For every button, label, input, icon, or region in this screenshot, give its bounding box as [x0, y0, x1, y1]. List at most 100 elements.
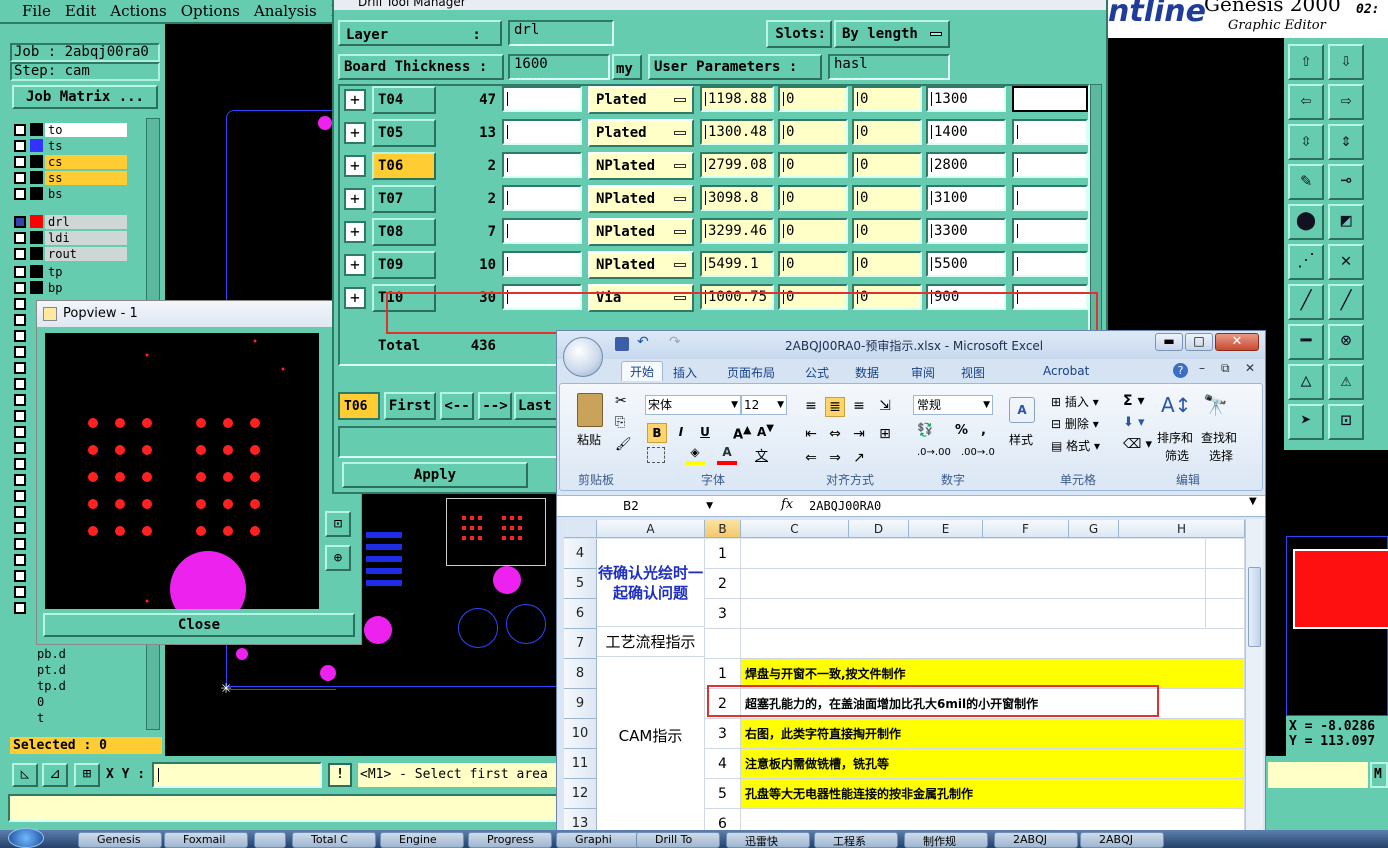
menu-item-options[interactable]: Options [181, 0, 240, 22]
increase-decimal-icon[interactable]: .0→.00 [917, 447, 951, 458]
layer-row[interactable]: drl [14, 214, 127, 229]
find-select-icon[interactable]: 🔭 [1203, 393, 1228, 417]
scroll-thumb[interactable] [1248, 567, 1261, 647]
cell-b[interactable]: 4 [705, 749, 741, 779]
cell-c[interactable] [741, 539, 1245, 569]
menu-item-analysis[interactable]: Analysis [254, 0, 317, 22]
row-header[interactable]: 10 [564, 719, 597, 749]
ribbon-tab-7[interactable]: Acrobat [1043, 364, 1089, 378]
vertical-scrollbar[interactable] [1245, 519, 1263, 833]
cell-b[interactable]: 5 [705, 779, 741, 809]
align-icon[interactable]: ⇔ [825, 425, 845, 445]
align-icon[interactable]: ≡ [849, 397, 869, 417]
xy-input[interactable] [152, 762, 322, 788]
layer-row[interactable] [14, 312, 30, 327]
ribbon-tab-6[interactable]: 视图 [961, 364, 985, 381]
layer-checkbox[interactable] [14, 187, 26, 200]
ribbon-minimize-icon[interactable]: – [1199, 361, 1205, 375]
layer-row[interactable] [14, 568, 30, 583]
layer-checkbox[interactable] [14, 377, 26, 390]
toolbar-tool-icon[interactable]: ⇩ [1328, 44, 1364, 80]
clear-icon[interactable]: ⌫ ▾ [1123, 437, 1152, 452]
tool-b-input[interactable]: 0 [852, 185, 922, 211]
toolbar-tool-icon[interactable]: ⋰ [1288, 244, 1324, 280]
layer-checkbox[interactable] [14, 329, 26, 342]
tool-a-input[interactable]: 0 [778, 86, 848, 112]
tool-finish-input[interactable]: 3100 [926, 185, 1006, 211]
sort-filter-icon[interactable]: A↕ [1161, 393, 1191, 417]
layer-checkbox[interactable] [14, 505, 26, 518]
column-header[interactable]: F [983, 520, 1069, 538]
tool-extra-input[interactable] [1012, 251, 1088, 277]
copy-icon[interactable]: ⎘ [615, 415, 625, 430]
tool-name[interactable]: T09 [372, 251, 436, 279]
tool-desc-input[interactable] [502, 251, 582, 277]
tool-extra-input[interactable] [1012, 86, 1088, 112]
row-header[interactable]: 9 [564, 689, 597, 719]
help-icon[interactable]: ? [1173, 363, 1188, 378]
tool-size-input[interactable]: 5499.1 [700, 251, 774, 277]
column-header[interactable]: H [1119, 520, 1245, 538]
ribbon-tab-0[interactable]: 开始 [621, 361, 664, 381]
layer-checkbox[interactable] [14, 361, 26, 374]
tool-desc-input[interactable] [502, 218, 582, 244]
ribbon-tab-3[interactable]: 公式 [805, 364, 829, 381]
toolbar-tool-icon[interactable]: ━ [1288, 324, 1324, 360]
layer-checkbox[interactable] [14, 521, 26, 534]
layer-row[interactable] [14, 504, 30, 519]
align-icon[interactable]: ⇲ [875, 397, 895, 417]
ribbon-close-icon[interactable]: ✕ [1245, 361, 1255, 375]
toolbar-tool-icon[interactable]: ✎ [1288, 164, 1324, 200]
zoom-home-icon[interactable]: ⊕ [325, 545, 351, 571]
dtm-last-button[interactable]: Last [514, 392, 560, 420]
toolbar-tool-icon[interactable]: ⇳ [1288, 124, 1324, 160]
layer-row[interactable]: t [34, 710, 130, 725]
menu-item-actions[interactable]: Actions [110, 0, 166, 22]
number-format-select[interactable]: 常规 ▼ [913, 395, 993, 415]
align-icon[interactable]: ⊞ [875, 425, 895, 445]
menu-item-file[interactable]: File [22, 0, 51, 22]
align-icon[interactable]: ⇤ [801, 425, 821, 445]
tool-extra-input[interactable] [1012, 185, 1088, 211]
tool-size-input[interactable]: 1198.88 [700, 86, 774, 112]
taskbar-item[interactable]: Total C [292, 832, 376, 848]
job-matrix-button[interactable]: Job Matrix ... [12, 85, 158, 109]
tool-size-input[interactable]: 3299.46 [700, 218, 774, 244]
ribbon-tab-4[interactable]: 数据 [855, 364, 879, 381]
start-button[interactable] [8, 828, 44, 848]
layer-checkbox[interactable] [14, 425, 26, 438]
cell-c[interactable] [741, 629, 1245, 659]
cell-c[interactable]: 注意板内需做铣槽，铣孔等 [741, 749, 1245, 779]
expand-icon[interactable]: + [344, 221, 366, 243]
layer-row[interactable] [14, 584, 30, 599]
minimize-button[interactable]: ▬ [1155, 333, 1183, 351]
border-icon[interactable] [647, 447, 665, 463]
tool-finish-input[interactable]: 1400 [926, 119, 1006, 145]
toolbar-tool-icon[interactable]: ╱ [1328, 284, 1364, 320]
layer-row[interactable]: cs [14, 154, 127, 169]
toolbar-tool-icon[interactable]: ╱ [1288, 284, 1324, 320]
layer-row[interactable]: pb.d [34, 646, 130, 661]
layer-checkbox[interactable] [14, 297, 26, 310]
phonetic-icon[interactable]: 文 [755, 445, 768, 464]
layer-row[interactable] [14, 600, 30, 615]
tool-extra-input[interactable] [1012, 152, 1088, 178]
tool-a-input[interactable]: 0 [778, 152, 848, 178]
cell-b[interactable] [705, 629, 741, 659]
popview-close-button[interactable]: Close [43, 613, 355, 637]
layer-checkbox[interactable] [14, 537, 26, 550]
zoom-fit-icon[interactable]: ⊡ [325, 511, 351, 537]
ribbon-tab-1[interactable]: 插入 [673, 364, 697, 381]
cell-h[interactable] [1205, 539, 1206, 569]
cell-h[interactable] [1205, 569, 1206, 599]
tool-desc-input[interactable] [502, 119, 582, 145]
taskbar-item[interactable]: 迅雷快 [726, 832, 810, 848]
tool-size-input[interactable]: 1300.48 [700, 119, 774, 145]
office-button[interactable] [563, 337, 603, 377]
layer-checkbox[interactable] [14, 457, 26, 470]
column-header[interactable]: A [597, 520, 705, 538]
taskbar-item[interactable]: 2ABQJ [994, 832, 1078, 848]
layer-row[interactable]: bp [14, 280, 127, 295]
expand-icon[interactable]: + [344, 254, 366, 276]
layer-row[interactable]: tp.d [34, 678, 130, 693]
